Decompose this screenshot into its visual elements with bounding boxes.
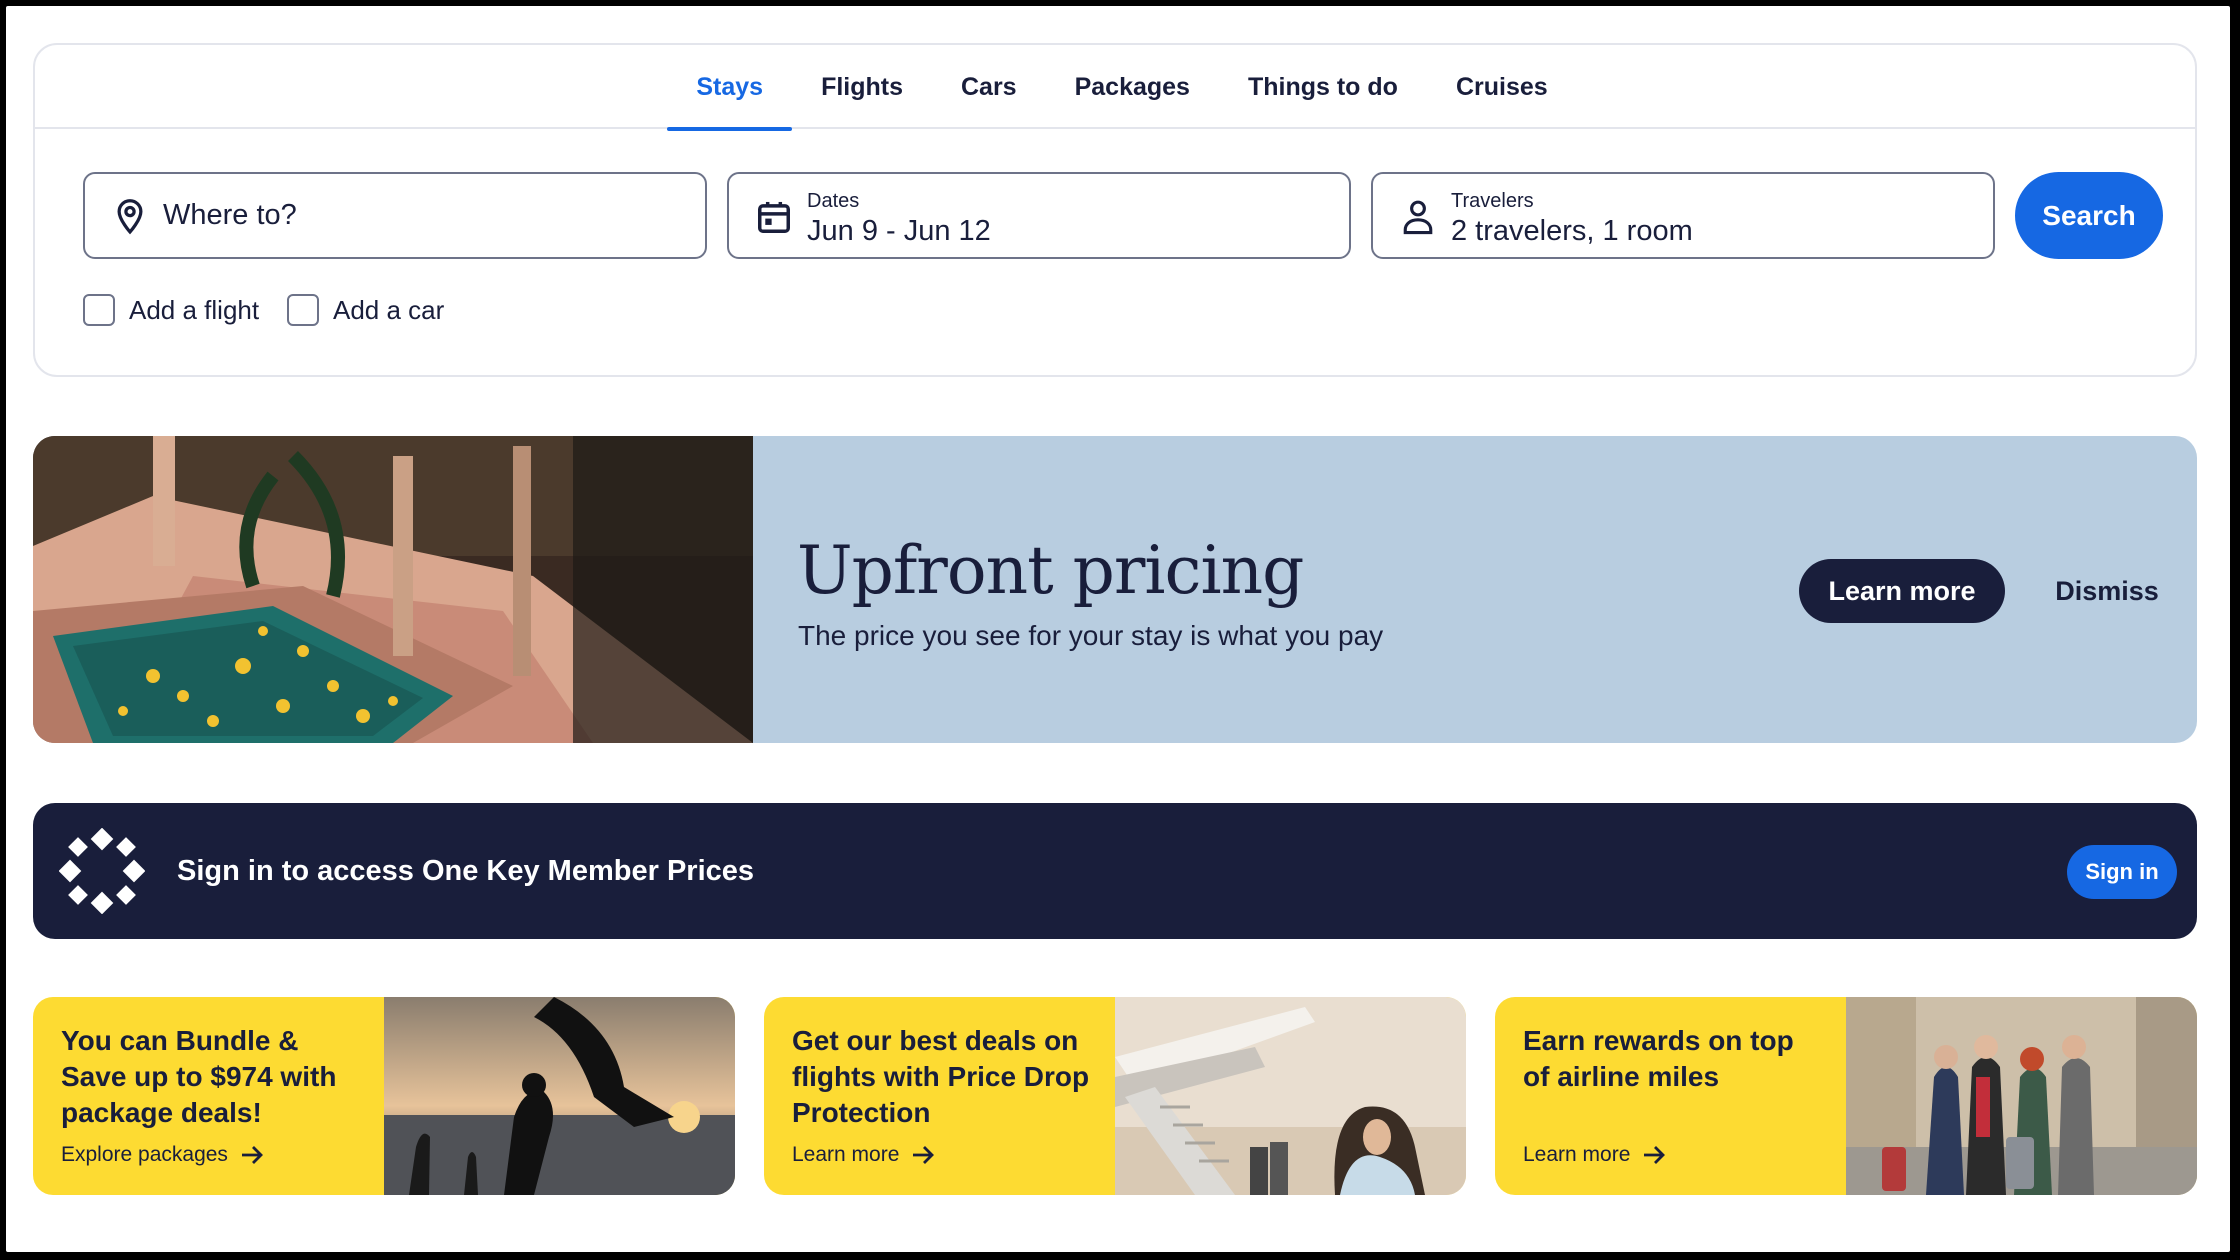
travelers-field[interactable]: Travelers 2 travelers, 1 room <box>1371 172 1995 259</box>
offer-text: Get our best deals on flights with Price… <box>792 1025 1090 1128</box>
add-car-checkbox[interactable] <box>287 294 319 326</box>
promo-subtitle: The price you see for your stay is what … <box>798 620 1384 651</box>
one-key-logo-icon <box>59 828 145 914</box>
tab-things-to-do[interactable]: Things to do <box>1219 45 1427 129</box>
offer-card-packages[interactable]: You can Bundle & Save up to $974 with pa… <box>33 997 735 1195</box>
dates-value: Jun 9 - Jun 12 <box>807 215 991 247</box>
offer-card-flights[interactable]: Get our best deals on flights with Price… <box>764 997 1466 1195</box>
dates-field[interactable]: Dates Jun 9 - Jun 12 <box>727 172 1351 259</box>
tab-cruises[interactable]: Cruises <box>1427 45 1577 129</box>
search-button[interactable]: Search <box>2015 172 2163 259</box>
add-flight-option[interactable]: Add a flight <box>83 292 259 328</box>
arrow-right-icon <box>913 1146 935 1164</box>
arrow-right-icon <box>241 1146 263 1164</box>
search-panel: Stays Flights Cars Packages Things to do… <box>33 43 2197 377</box>
learn-more-button[interactable]: Learn more <box>1799 559 2005 623</box>
offer-link-label: Learn more <box>792 1143 900 1166</box>
offer-text: Earn rewards on top of airline miles <box>1523 1025 1794 1092</box>
member-prices-bar: Sign in to access One Key Member Prices … <box>33 803 2197 939</box>
calendar-icon <box>755 198 793 236</box>
member-prices-text: Sign in to access One Key Member Prices <box>177 854 755 887</box>
dates-label: Dates <box>807 190 860 212</box>
add-flight-label: Add a flight <box>129 294 260 325</box>
add-car-option[interactable]: Add a car <box>287 292 444 328</box>
offer-text: You can Bundle & Save up to $974 with pa… <box>61 1025 337 1128</box>
beach-sunset-image <box>384 997 735 1195</box>
tab-packages[interactable]: Packages <box>1046 45 1219 129</box>
arrow-right-icon <box>1644 1146 1666 1164</box>
tab-flights[interactable]: Flights <box>792 45 932 129</box>
travelers-street-image <box>1846 997 2197 1195</box>
dismiss-button[interactable]: Dismiss <box>2037 559 2177 623</box>
destination-placeholder: Where to? <box>163 199 297 231</box>
offer-link[interactable]: Learn more <box>792 1143 935 1167</box>
destination-field[interactable]: Where to? <box>83 172 707 259</box>
offer-link-label: Learn more <box>1523 1143 1631 1166</box>
offer-card-rewards[interactable]: Earn rewards on top of airline miles Lea… <box>1495 997 2197 1195</box>
travelers-value: 2 travelers, 1 room <box>1451 215 1693 247</box>
tab-stays[interactable]: Stays <box>667 45 792 131</box>
add-car-label: Add a car <box>333 294 445 325</box>
location-pin-icon <box>111 198 149 236</box>
airplane-boarding-image <box>1115 997 1466 1195</box>
tab-cars[interactable]: Cars <box>932 45 1046 129</box>
offer-link[interactable]: Learn more <box>1523 1143 1666 1167</box>
travelers-label: Travelers <box>1451 190 1534 212</box>
lob-tabs: Stays Flights Cars Packages Things to do… <box>35 45 2195 131</box>
offer-link-label: Explore packages <box>61 1143 228 1166</box>
promo-title: Upfront pricing <box>797 532 1304 609</box>
offer-link[interactable]: Explore packages <box>61 1143 264 1167</box>
add-flight-checkbox[interactable] <box>83 294 115 326</box>
person-icon <box>1399 198 1437 236</box>
sign-in-button[interactable]: Sign in <box>2067 845 2177 899</box>
page: Stays Flights Cars Packages Things to do… <box>6 6 2230 1252</box>
upfront-pricing-banner: Upfront pricing The price you see for yo… <box>33 436 2197 743</box>
courtyard-pool-image <box>33 436 753 743</box>
